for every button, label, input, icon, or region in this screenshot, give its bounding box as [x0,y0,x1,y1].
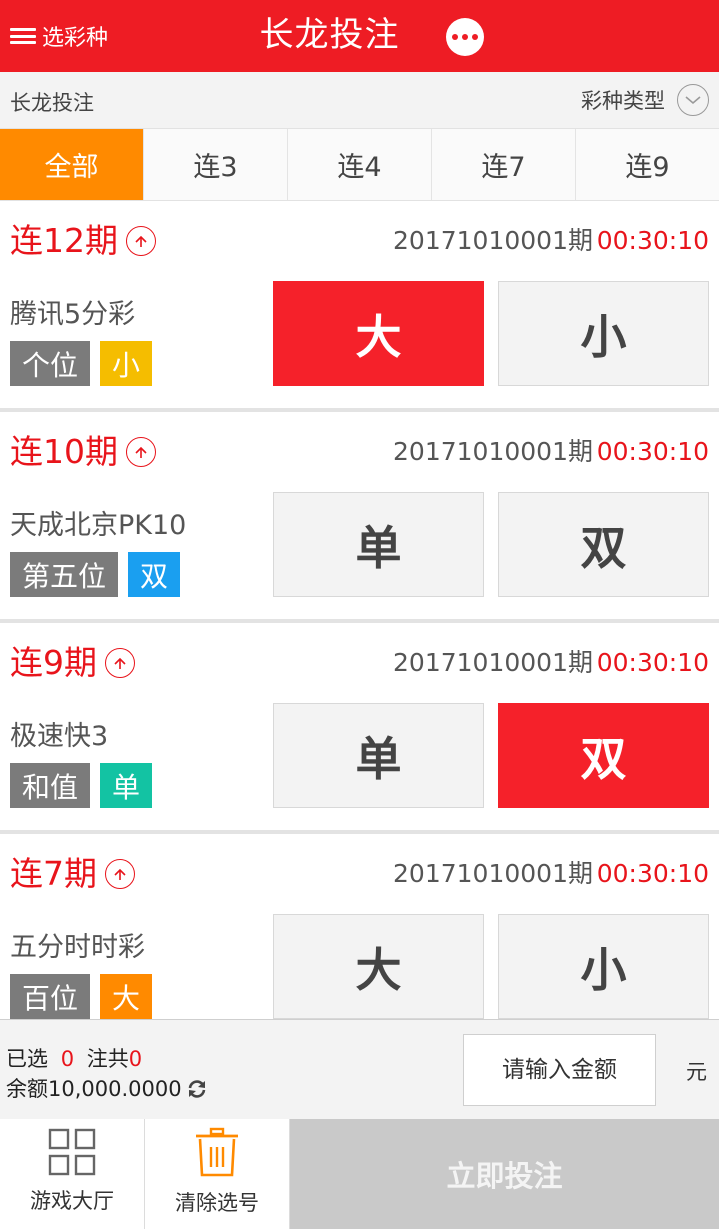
streak-card: 连9期 20171010001期 00:30:10 极速快3 和值 单 单 双 [0,623,719,834]
selected-label: 已选 [6,1047,48,1071]
countdown-timer: 00:30:10 [596,859,709,888]
balance-value: 10,000.0000 [48,1077,182,1101]
lottery-type-dropdown[interactable]: 彩种类型 [581,84,709,116]
streak-count: 连12期 [10,221,118,260]
tag-group: 百位 大 [10,974,153,1019]
streak-header: 连7期 [10,854,135,894]
countdown-timer: 00:30:10 [596,437,709,466]
sub-header: 长龙投注 彩种类型 [0,72,719,129]
section-title: 长龙投注 [10,91,94,115]
countdown-timer: 00:30:10 [596,648,709,677]
tab-streak-3[interactable]: 连3 [144,129,288,200]
bet-option-button[interactable]: 大 [273,281,484,386]
bet-option-button[interactable]: 双 [498,703,709,808]
arrow-up-icon [126,226,156,256]
tab-streak-7[interactable]: 连7 [432,129,576,200]
bet-amount-input[interactable] [463,1034,656,1106]
streak-count: 连7期 [10,854,97,893]
issue-number: 20171010001期 [393,859,593,888]
streak-filter-tabs: 全部 连3 连4 连7 连9 [0,129,719,201]
tab-streak-4[interactable]: 连4 [288,129,432,200]
position-tag: 和值 [10,763,91,808]
grid-icon [48,1128,96,1176]
countdown-timer: 00:30:10 [596,226,709,255]
streak-header: 连10期 [10,432,156,472]
streak-card: 连7期 20171010001期 00:30:10 五分时时彩 百位 大 大 小 [0,834,719,1045]
bet-option-button[interactable]: 单 [273,492,484,597]
streak-header: 连9期 [10,643,135,683]
issue-number: 20171010001期 [393,226,593,255]
tab-streak-9[interactable]: 连9 [576,129,719,200]
result-tag: 大 [100,974,153,1019]
result-tag: 双 [128,552,181,597]
more-icon[interactable] [446,18,484,56]
issue-number: 20171010001期 [393,437,593,466]
arrow-up-icon [126,437,156,467]
clear-selection-label: 清除选号 [175,1191,259,1215]
result-tag: 单 [100,763,153,808]
result-tag: 小 [100,341,153,386]
tab-all[interactable]: 全部 [0,129,144,200]
balance-label: 余额 [6,1077,48,1101]
streak-card: 连12期 20171010001期 00:30:10 腾讯5分彩 个位 小 大 … [0,201,719,412]
currency-unit: 元 [686,1060,707,1084]
chevron-down-icon [677,84,709,116]
bet-summary-panel: 已选 0 注共0 余额 10,000.0000 元 [0,1019,719,1119]
refresh-icon[interactable] [186,1078,208,1100]
balance-line: 余额 10,000.0000 [6,1076,208,1102]
tag-group: 第五位 双 [10,552,181,597]
bottom-toolbar: 游戏大厅 清除选号 立即投注 [0,1119,719,1229]
clear-selection-button[interactable]: 清除选号 [145,1119,290,1229]
lottery-type-label: 彩种类型 [581,89,665,113]
issue-number: 20171010001期 [393,648,593,677]
tag-group: 个位 小 [10,341,153,386]
position-tag: 个位 [10,341,91,386]
streak-count: 连10期 [10,432,118,471]
bets-count: 0 [128,1047,143,1071]
bet-option-button[interactable]: 单 [273,703,484,808]
trash-icon [196,1127,238,1177]
bet-option-button[interactable]: 小 [498,914,709,1019]
bet-option-button[interactable]: 小 [498,281,709,386]
bets-label: 注共 [86,1047,129,1071]
game-name: 天成北京PK10 [10,510,187,541]
game-lobby-button[interactable]: 游戏大厅 [0,1119,145,1229]
bet-option-button[interactable]: 双 [498,492,709,597]
streak-count: 连9期 [10,643,97,682]
streak-card: 连10期 20171010001期 00:30:10 天成北京PK10 第五位 … [0,412,719,623]
game-lobby-label: 游戏大厅 [30,1189,114,1213]
position-tag: 第五位 [10,552,119,597]
game-name: 腾讯5分彩 [10,299,136,330]
game-name: 极速快3 [10,721,109,752]
tag-group: 和值 单 [10,763,153,808]
app-header: 选彩种 长龙投注 [0,0,719,72]
arrow-up-icon [105,648,135,678]
game-name: 五分时时彩 [10,932,145,963]
bet-option-button[interactable]: 大 [273,914,484,1019]
selected-count: 0 [60,1047,75,1071]
position-tag: 百位 [10,974,91,1019]
selection-count: 已选 0 注共0 [6,1046,142,1072]
arrow-up-icon [105,859,135,889]
place-bet-button[interactable]: 立即投注 [290,1119,719,1229]
page-title: 长龙投注 [259,15,400,55]
streak-header: 连12期 [10,221,156,261]
